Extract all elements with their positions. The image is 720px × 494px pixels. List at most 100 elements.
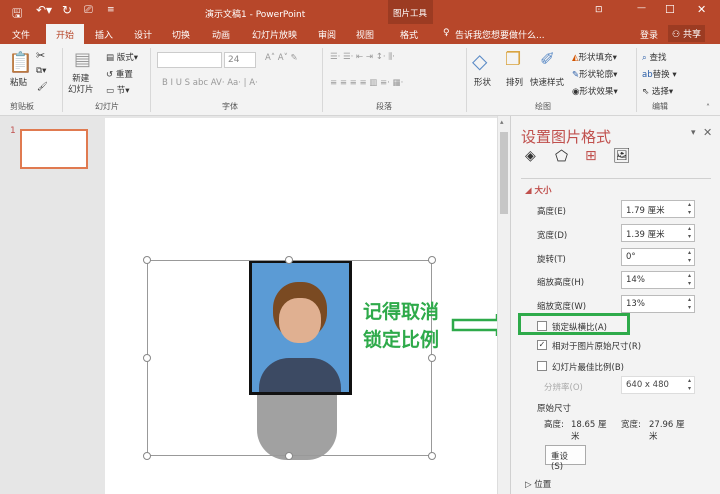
tab-animations[interactable]: 动画 (212, 28, 230, 41)
group-editing: 编辑 (652, 102, 668, 111)
position-section-header[interactable]: ▷ 位置 (525, 478, 551, 490)
align-icons[interactable]: ≡ ≡ ≡ ≡ ▥ ≡· ▦· (330, 78, 403, 88)
resolution-select[interactable]: 640 x 480 (621, 376, 695, 394)
find-button[interactable]: ⌕ 查找 (642, 51, 666, 63)
width-input[interactable]: 1.39 厘米 (621, 224, 695, 242)
font-size-box[interactable]: 24 (224, 52, 256, 68)
resize-handle[interactable] (428, 256, 436, 264)
quick-styles-icon[interactable]: ✐ (540, 49, 555, 70)
resize-handle[interactable] (143, 354, 151, 362)
ribbon-tabs: 文件 开始 插入 设计 切换 动画 幻灯片放映 审阅 视图 格式 ♀ 告诉我您想… (0, 24, 720, 44)
slide-thumbnail[interactable] (20, 129, 88, 169)
slide-number: 1 (10, 126, 16, 136)
shape-effects-label: 形状效果 (579, 87, 614, 97)
font-name-box[interactable] (157, 52, 222, 68)
group-drawing: 绘图 (535, 102, 551, 111)
title-bar: 🖫 ↶▾ ↻ ⎚ ≡ 演示文稿1 - PowerPoint 图片工具 ⊡ — ☐… (0, 0, 720, 44)
copy-icon[interactable]: ⧉▾ (36, 66, 46, 76)
format-painter-icon[interactable]: 🖌 (37, 82, 48, 92)
height-label: 高度(E) (537, 207, 567, 217)
tab-review[interactable]: 审阅 (318, 28, 336, 41)
relative-size-checkbox[interactable]: ✓ (537, 340, 547, 350)
ribbon-display-icon[interactable]: ⊡ (595, 5, 603, 15)
shape-icon[interactable]: ◇ (472, 49, 487, 73)
tab-slideshow[interactable]: 幻灯片放映 (252, 28, 297, 41)
arrange-icon[interactable]: ❐ (505, 49, 521, 70)
vertical-scrollbar[interactable]: ▴ (497, 116, 510, 494)
tab-format[interactable]: 格式 (400, 28, 418, 41)
font-grow-icons[interactable]: A˄ A˅ ✎ (265, 53, 298, 63)
best-scale-label: 幻灯片最佳比例(B) (552, 363, 624, 373)
lock-aspect-checkbox[interactable] (537, 321, 547, 331)
font-format-icons[interactable]: B I U S abc AV· Aa· | A· (162, 78, 258, 88)
reset-size-button[interactable]: 重设(S) (545, 445, 586, 472)
fill-line-icon[interactable]: ◈ (525, 148, 536, 164)
minimize-icon[interactable]: — (637, 3, 646, 13)
replace-icon: ab (642, 70, 653, 80)
collapse-ribbon-icon[interactable]: ˄ (706, 103, 710, 112)
resize-handle[interactable] (428, 452, 436, 460)
paste-button[interactable]: 粘贴 (10, 76, 27, 88)
resize-handle[interactable] (143, 256, 151, 264)
list-icons[interactable]: ☰· ☰· ⇤ ⇥ ↕· ⫼· (330, 52, 395, 62)
maximize-icon[interactable]: ☐ (665, 3, 675, 16)
tab-design[interactable]: 设计 (134, 28, 152, 41)
resize-handle[interactable] (428, 354, 436, 362)
selection-box (147, 260, 432, 456)
find-label: 查找 (649, 53, 667, 63)
quick-styles-button[interactable]: 快速样式 (530, 76, 564, 88)
annotation-line2: 锁定比例 (363, 329, 440, 351)
close-icon[interactable]: ✕ (697, 3, 706, 16)
reset-label: 重置 (115, 70, 133, 80)
size-section-header[interactable]: ◢ 大小 (525, 184, 552, 196)
picture-icon[interactable]: 🖼 (613, 148, 631, 164)
height-input[interactable]: 1.79 厘米 (621, 200, 695, 218)
customize-qat-icon[interactable]: ≡ (107, 5, 115, 15)
tab-insert[interactable]: 插入 (95, 28, 113, 41)
new-slide-icon[interactable]: ▤ (74, 49, 91, 70)
layout-button[interactable]: ▤ 版式▾ (106, 51, 138, 63)
scale-width-input[interactable]: 13% (621, 295, 695, 313)
shape-fill-button[interactable]: ◭形状填充▾ (572, 51, 617, 63)
replace-button[interactable]: ab替换 ▾ (642, 68, 677, 80)
size-properties-icon[interactable]: ⊞ (585, 148, 597, 164)
login-link[interactable]: 登录 (640, 28, 658, 41)
resize-handle[interactable] (285, 256, 293, 264)
reset-button[interactable]: ↺ 重置 (106, 68, 133, 80)
cut-icon[interactable]: ✂ (36, 49, 45, 62)
tab-transitions[interactable]: 切换 (172, 28, 190, 41)
scroll-thumb[interactable] (500, 132, 508, 214)
shape-effects-button[interactable]: ◉形状效果▾ (572, 85, 618, 97)
new-slide-button[interactable]: 新建 幻灯片 (68, 74, 94, 96)
start-presentation-icon[interactable]: ⎚ (84, 3, 93, 17)
rotation-input[interactable]: 0° (621, 248, 695, 266)
share-button[interactable]: ⚇ 共享 (668, 25, 705, 42)
paste-icon[interactable]: 📋 (8, 50, 33, 74)
pane-close-icon[interactable]: ✕ (703, 126, 712, 139)
tab-file[interactable]: 文件 (12, 28, 30, 41)
section-button[interactable]: ▭ 节▾ (106, 84, 130, 96)
shape-outline-label: 形状轮廓 (579, 70, 614, 80)
save-icon[interactable]: 🖫 (12, 4, 22, 25)
shape-outline-button[interactable]: ✎形状轮廓▾ (572, 68, 617, 80)
undo-icon[interactable]: ↶▾ (36, 3, 52, 17)
tab-home[interactable]: 开始 (46, 24, 85, 44)
arrange-button[interactable]: 排列 (506, 76, 523, 88)
share-label: 共享 (682, 30, 701, 40)
group-paragraph: 段落 (376, 102, 392, 111)
scale-height-input[interactable]: 14% (621, 271, 695, 289)
tell-me-input[interactable]: 告诉我您想要做什么... (455, 28, 545, 41)
scale-height-label: 缩放高度(H) (537, 278, 585, 288)
best-scale-checkbox[interactable] (537, 361, 547, 371)
scroll-up-icon[interactable]: ▴ (500, 118, 504, 126)
resize-handle[interactable] (285, 452, 293, 460)
resize-handle[interactable] (143, 452, 151, 460)
redo-icon[interactable]: ↻ (62, 3, 72, 17)
tab-view[interactable]: 视图 (356, 28, 374, 41)
orig-height-label: 高度: (544, 420, 564, 430)
select-button[interactable]: ⇖ 选择▾ (642, 85, 673, 97)
slide-canvas[interactable]: 记得取消 锁定比例 (105, 118, 520, 494)
shape-button[interactable]: 形状 (474, 76, 491, 88)
effects-pentagon-icon[interactable]: ⬠ (555, 147, 568, 165)
pane-options-icon[interactable]: ▾ (691, 128, 696, 138)
